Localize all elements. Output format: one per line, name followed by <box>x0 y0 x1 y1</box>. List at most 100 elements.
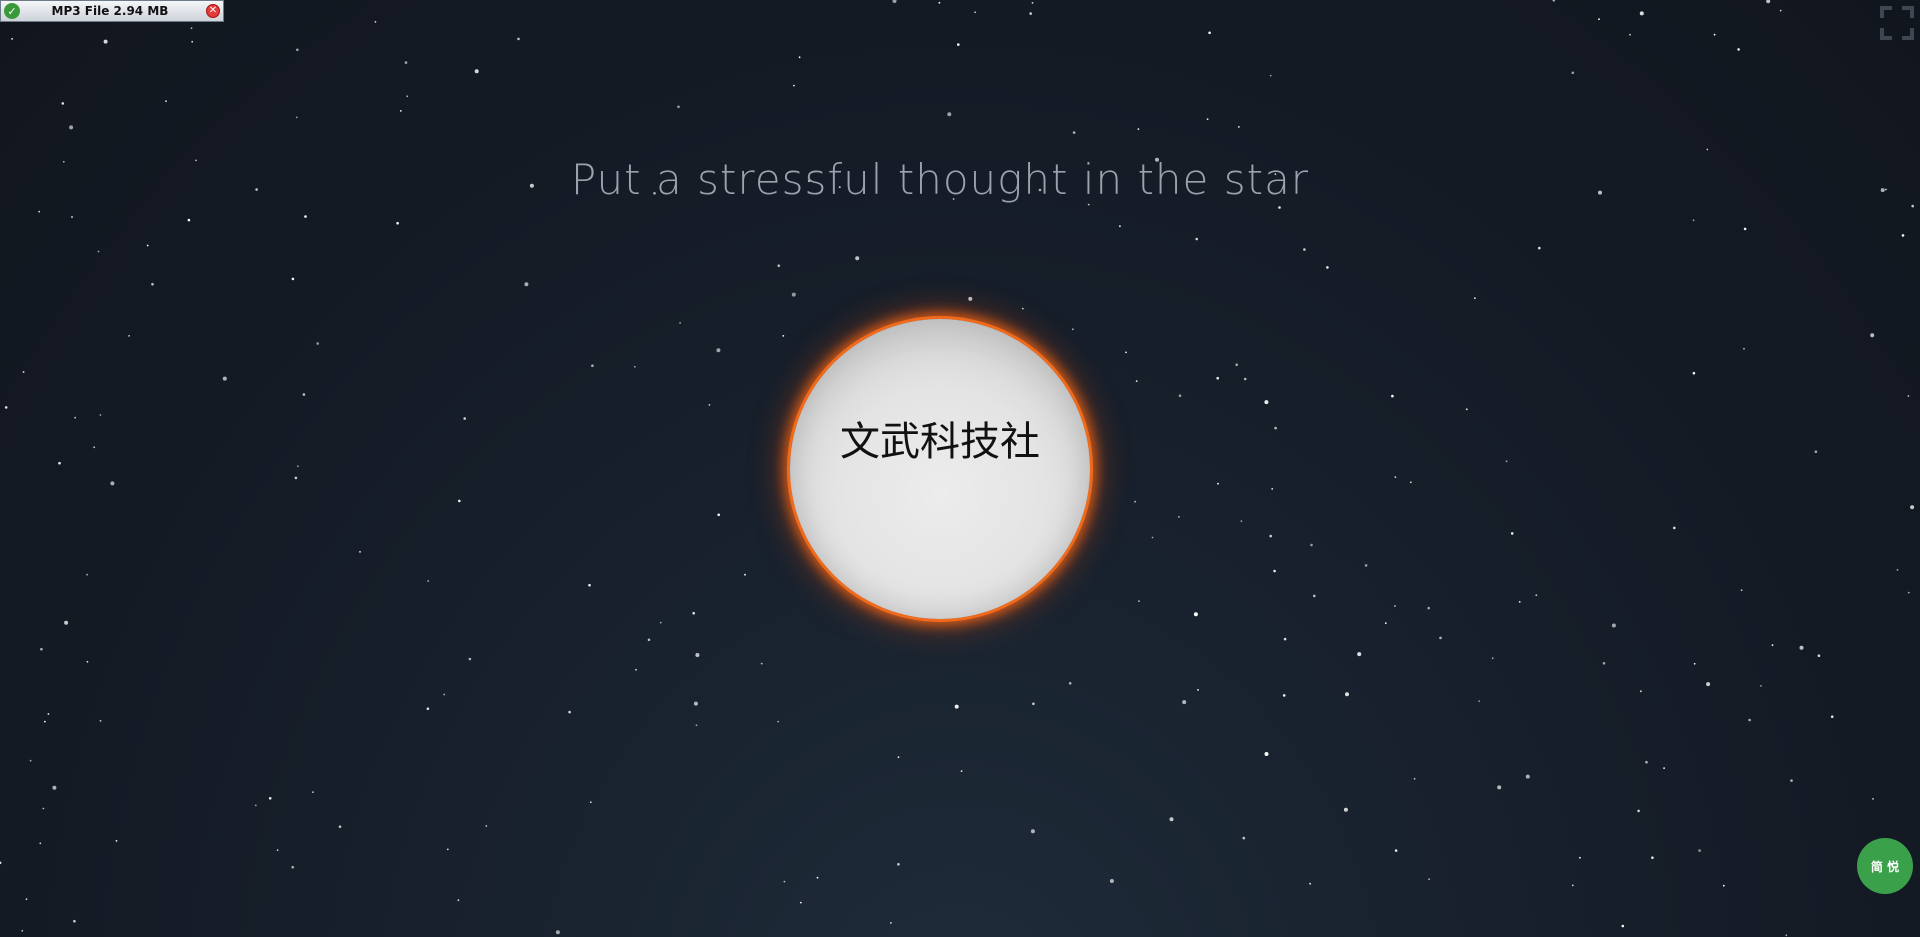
fullscreen-button[interactable] <box>1880 6 1914 40</box>
star-dot <box>93 446 96 449</box>
star-dot <box>1031 2 1034 4</box>
star-dot <box>589 801 592 804</box>
star-dot <box>1611 623 1616 628</box>
star-dot <box>1394 476 1397 478</box>
star-dot <box>73 919 76 923</box>
star-dot <box>1151 536 1154 539</box>
star-dot <box>588 583 591 587</box>
star-dot <box>1394 849 1398 852</box>
star-dot <box>1282 694 1286 697</box>
star-dot <box>291 277 295 281</box>
star-dot <box>635 668 637 671</box>
star-dot <box>1639 11 1644 16</box>
star-dot <box>1640 690 1642 693</box>
star-dot <box>1109 879 1114 883</box>
star-dot <box>517 37 520 41</box>
star-dot <box>1428 878 1430 881</box>
star-dot <box>1206 118 1209 121</box>
star-dot <box>463 417 467 420</box>
star-dot <box>1269 74 1272 77</box>
star-dot <box>1243 377 1247 381</box>
star-dot <box>760 662 763 665</box>
star-dot <box>1799 645 1804 650</box>
star-dot <box>151 282 154 286</box>
close-icon[interactable]: ✕ <box>206 4 220 18</box>
star-dot <box>1021 307 1024 310</box>
star-dot <box>1760 685 1762 687</box>
star-dot <box>1785 934 1788 937</box>
star-dot <box>446 848 449 851</box>
download-label[interactable]: MP3 File 2.94 MB <box>20 4 206 18</box>
star-dot <box>777 720 780 723</box>
star-dot <box>316 342 320 345</box>
star-dot <box>1552 0 1556 2</box>
star-dot <box>1629 33 1631 36</box>
star-dot <box>1193 612 1198 617</box>
star-dot <box>1748 718 1751 722</box>
star-dot <box>1138 600 1140 602</box>
star-dot <box>40 647 43 651</box>
star-thought-text: 文武科技社 <box>840 419 1040 465</box>
star-dot <box>99 414 102 416</box>
star-dot <box>1208 31 1211 35</box>
star-dot <box>1830 715 1834 718</box>
star-dot <box>1901 234 1905 237</box>
star-dot <box>1427 606 1430 610</box>
star-dot <box>42 807 45 810</box>
star-dot <box>1706 682 1711 687</box>
star-dot <box>146 244 149 247</box>
star-dot <box>39 842 42 845</box>
star-dot <box>1274 426 1277 430</box>
star-dot <box>165 100 167 103</box>
star-dot <box>1621 924 1625 928</box>
language-toggle-button[interactable]: 简 悦 <box>1857 838 1913 894</box>
star-dot <box>338 825 342 828</box>
star-dot <box>295 116 298 119</box>
star-dot <box>1598 18 1600 21</box>
star-dot <box>86 573 88 576</box>
star-dot <box>359 551 361 553</box>
star-dot <box>974 11 976 14</box>
fullscreen-icon <box>1880 6 1914 40</box>
star-dot <box>555 930 560 935</box>
star-dot <box>1911 204 1914 208</box>
star-dot <box>633 365 636 368</box>
star-dot <box>800 901 802 904</box>
star-dot <box>1779 9 1782 12</box>
star-dot <box>69 125 74 130</box>
star-dot <box>855 256 860 261</box>
star-dot <box>1510 532 1514 535</box>
star-dot <box>1413 777 1416 780</box>
star-dot <box>458 499 461 503</box>
download-bar[interactable]: ✓ MP3 File 2.94 MB ✕ <box>0 0 224 22</box>
star-dot <box>1790 779 1793 782</box>
star-dot <box>99 720 102 722</box>
star-dot <box>692 611 695 615</box>
star-dot <box>115 840 118 842</box>
star-dot <box>1743 227 1747 231</box>
star-dot <box>782 335 785 337</box>
star-dot <box>1907 395 1910 397</box>
star-dot <box>47 713 50 715</box>
star-dot <box>1491 657 1494 660</box>
star-dot <box>1216 376 1219 380</box>
star-dot <box>1535 594 1538 597</box>
star-dot <box>1692 371 1696 375</box>
star-dot <box>1693 662 1696 665</box>
star-dot <box>297 465 299 468</box>
star-dot <box>1910 505 1915 510</box>
star-dot <box>1345 692 1349 697</box>
star-dot <box>816 876 819 879</box>
star-dot <box>1602 662 1606 665</box>
star-dot <box>783 880 786 883</box>
star-dot <box>695 724 698 727</box>
star-dot <box>110 481 115 486</box>
star-dot <box>1907 591 1910 594</box>
star-dot <box>1068 682 1072 685</box>
star-dot <box>1178 394 1182 398</box>
star-orb[interactable]: 文武科技社 <box>790 319 1090 619</box>
star-dot <box>1303 248 1306 251</box>
star-dot <box>1242 836 1246 840</box>
star-dot <box>1525 774 1530 779</box>
star-dot <box>1313 594 1316 598</box>
